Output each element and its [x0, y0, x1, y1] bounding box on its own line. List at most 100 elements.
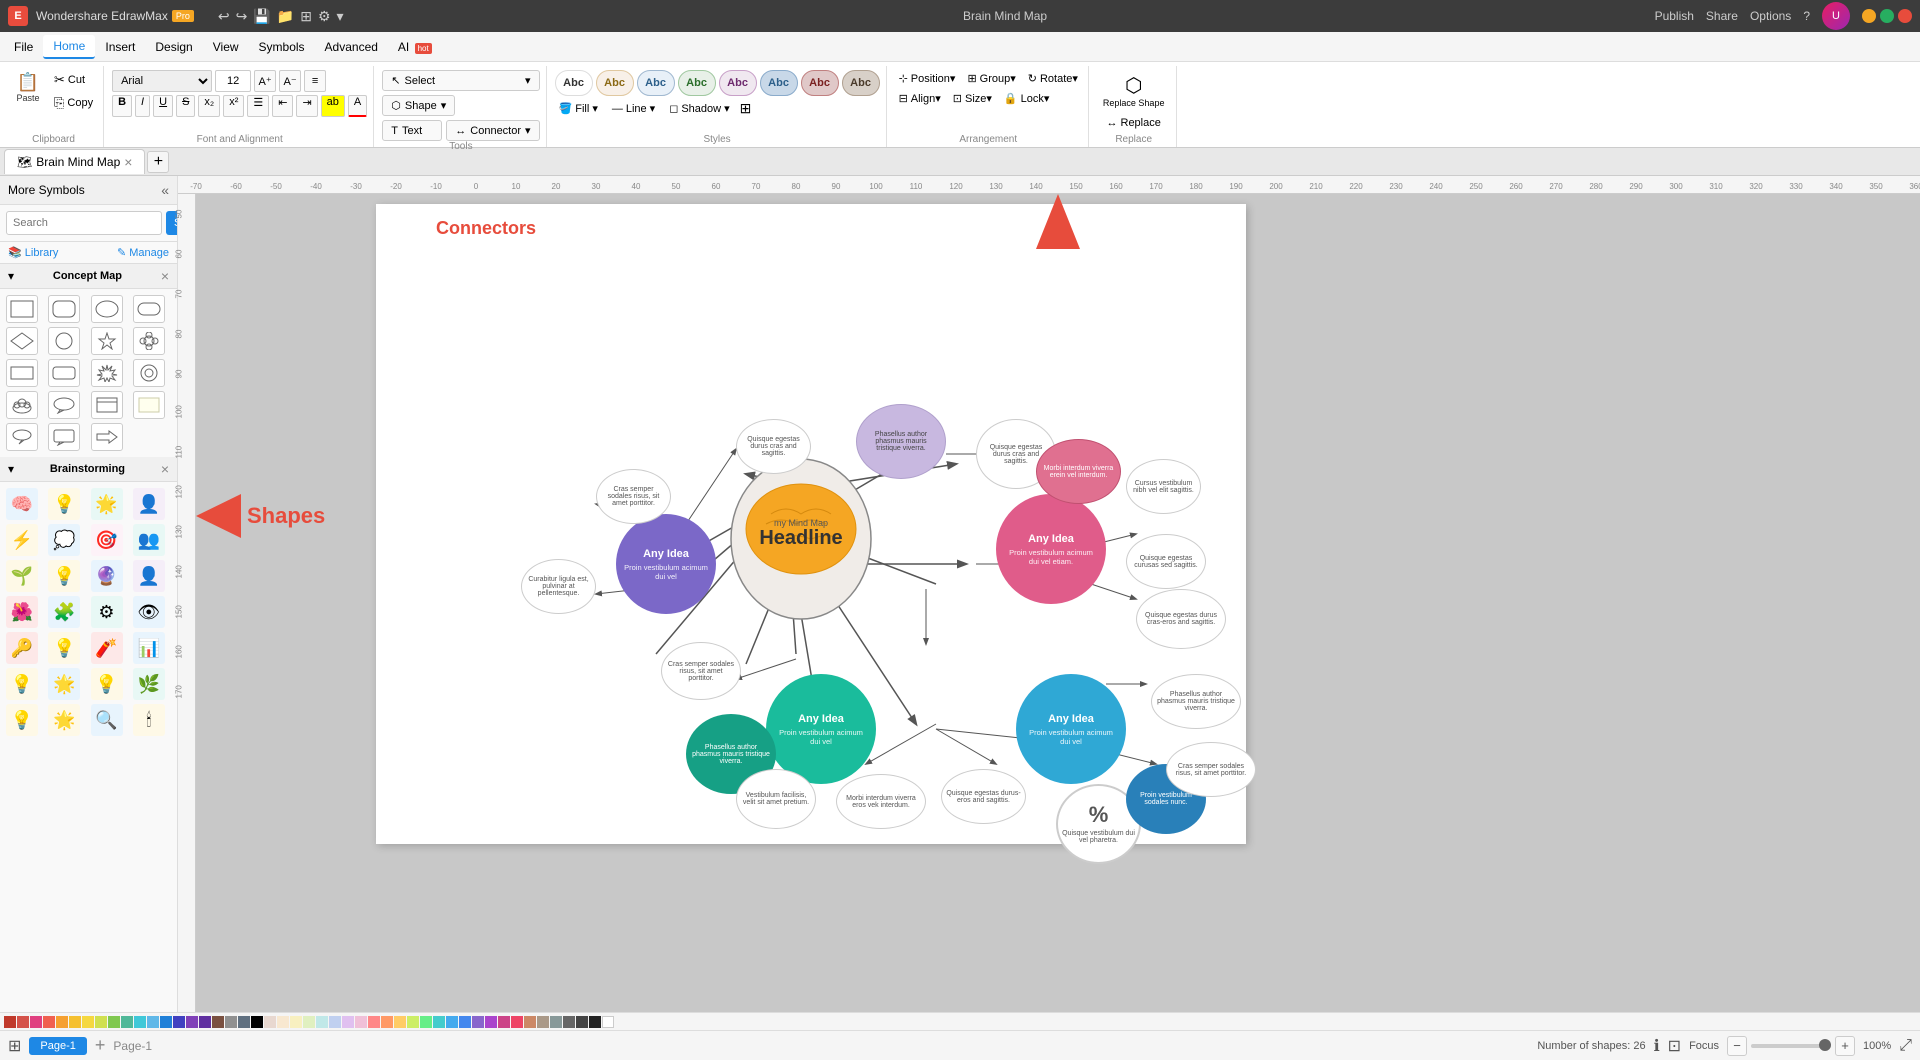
highlight-btn[interactable]: ab	[321, 95, 345, 117]
brain-icon-16[interactable]: 👁	[133, 596, 165, 628]
brain-icon-22[interactable]: 🌟	[48, 668, 80, 700]
group-btn[interactable]: ⊞Group▾	[963, 70, 1019, 87]
color-swatch-12[interactable]	[160, 1016, 172, 1028]
color-swatch-light2[interactable]	[277, 1016, 289, 1028]
brain-icon-21[interactable]: 💡	[6, 668, 38, 700]
doc-tab[interactable]: 🗺 Brain Mind Map ×	[4, 149, 145, 174]
shape-callout[interactable]	[6, 423, 38, 451]
expand-styles-btn[interactable]: ⊞	[740, 100, 752, 117]
cs-40[interactable]	[511, 1016, 523, 1028]
brain-icon-10[interactable]: 💡	[48, 560, 80, 592]
small-node-12[interactable]: Cras semper sodales risus, sit amet port…	[1166, 742, 1256, 797]
cs-36[interactable]	[459, 1016, 471, 1028]
color-swatch-18[interactable]	[238, 1016, 250, 1028]
color-swatch-2[interactable]	[30, 1016, 42, 1028]
size-btn[interactable]: ⊡Size▾	[949, 90, 996, 107]
style-1[interactable]: Abc	[555, 70, 593, 96]
brain-icon-2[interactable]: 💡	[48, 488, 80, 520]
small-node-7[interactable]: Curabitur ligula est, pulvinar at pellen…	[521, 559, 596, 614]
brain-icon-26[interactable]: 🌟	[48, 704, 80, 736]
replace-btn[interactable]: ↔ Replace	[1103, 115, 1165, 131]
brain-icon-19[interactable]: 🧨	[91, 632, 123, 664]
select-btn[interactable]: ↖ Select ▾	[382, 70, 539, 91]
canvas[interactable]: Shapes	[196, 194, 1920, 1012]
canvas-page[interactable]: Connectors my M	[376, 204, 1246, 844]
settings-btn[interactable]: ⚙	[318, 8, 331, 25]
small-node-8[interactable]: Cras semper sodales risus, sit amet port…	[661, 642, 741, 700]
cs-37[interactable]	[472, 1016, 484, 1028]
concept-map-close-btn[interactable]: ×	[161, 268, 169, 284]
cs-35[interactable]	[446, 1016, 458, 1028]
small-node-2[interactable]: Quisque egestas durus cras and sagittis.	[736, 419, 811, 474]
cs-44[interactable]	[563, 1016, 575, 1028]
redo-btn[interactable]: ↪	[236, 8, 248, 25]
library-link[interactable]: 📚 Library	[8, 246, 58, 259]
brain-icon-9[interactable]: 🌱	[6, 560, 38, 592]
bold-btn[interactable]: B	[112, 95, 132, 117]
shape-speech2[interactable]	[48, 423, 80, 451]
concept-map-section-header[interactable]: ▾ Concept Map ×	[0, 264, 177, 289]
style-4[interactable]: Abc	[678, 70, 716, 96]
brain-icon-8[interactable]: 👥	[133, 524, 165, 556]
menu-home[interactable]: Home	[43, 35, 95, 59]
brain-icon-14[interactable]: 🧩	[48, 596, 80, 628]
cs-white[interactable]	[602, 1016, 614, 1028]
menu-file[interactable]: File	[4, 36, 43, 58]
cs-34[interactable]	[433, 1016, 445, 1028]
color-swatch-16[interactable]	[212, 1016, 224, 1028]
color-swatch-red[interactable]	[4, 1016, 16, 1028]
brain-icon-5[interactable]: ⚡	[6, 524, 38, 556]
page-1-tab[interactable]: Page-1	[29, 1037, 86, 1055]
color-swatch-6[interactable]	[82, 1016, 94, 1028]
connector-btn[interactable]: ↔ Connector ▾	[446, 120, 539, 141]
align-btn[interactable]: ⊟Align▾	[895, 90, 945, 107]
color-swatch-light4[interactable]	[303, 1016, 315, 1028]
maximize-btn[interactable]	[1880, 9, 1894, 23]
brain-icon-24[interactable]: 🌿	[133, 668, 165, 700]
increase-font-btn[interactable]: A⁺	[254, 70, 276, 92]
shape-diamond[interactable]	[6, 327, 38, 355]
shape-card[interactable]	[91, 391, 123, 419]
share-btn[interactable]: Share	[1706, 9, 1738, 23]
cs-46[interactable]	[589, 1016, 601, 1028]
sup-btn[interactable]: x²	[223, 95, 244, 117]
cs-32[interactable]	[407, 1016, 419, 1028]
cs-31[interactable]	[394, 1016, 406, 1028]
color-swatch-3[interactable]	[43, 1016, 55, 1028]
align-btn[interactable]: ≡	[304, 70, 326, 92]
tab-close-btn[interactable]: ×	[124, 154, 132, 170]
style-5[interactable]: Abc	[719, 70, 757, 96]
menu-insert[interactable]: Insert	[95, 36, 145, 58]
shape-cloud[interactable]	[6, 391, 38, 419]
decrease-font-btn[interactable]: A⁻	[279, 70, 301, 92]
position-btn[interactable]: ⊹Position▾	[895, 70, 960, 87]
zoom-out-btn[interactable]: −	[1727, 1036, 1747, 1056]
shape-rect2[interactable]	[6, 359, 38, 387]
small-node-5[interactable]: Quisque egestas curusas sed sagittis.	[1126, 534, 1206, 589]
style-2[interactable]: Abc	[596, 70, 634, 96]
shape-hexagon[interactable]	[48, 327, 80, 355]
panel-collapse-btn[interactable]: «	[161, 182, 169, 198]
font-color-btn[interactable]: A	[348, 95, 367, 117]
shadow-btn[interactable]: ◻Shadow▾	[665, 100, 733, 117]
fill-btn[interactable]: 🪣Fill▾	[555, 100, 602, 117]
any-idea-2[interactable]: Any Idea Proin vestibulum acimum dui vel…	[996, 494, 1106, 604]
info-btn[interactable]: ℹ	[1654, 1036, 1660, 1056]
shape-ring[interactable]	[133, 359, 165, 387]
color-swatch-light5[interactable]	[316, 1016, 328, 1028]
brain-icon-1[interactable]: 🧠	[6, 488, 38, 520]
layout-view-btn[interactable]: ⊞	[8, 1036, 21, 1056]
color-swatch-light1[interactable]	[264, 1016, 276, 1028]
small-node-1[interactable]: Cras semper sodales risus, sit amet port…	[596, 469, 671, 524]
copy-btn[interactable]: ⎘Copy	[50, 93, 97, 113]
small-node-9[interactable]: Vestibulum facilisis, velit sit amet pre…	[736, 769, 816, 829]
zoom-in-btn[interactable]: +	[1835, 1036, 1855, 1056]
small-node-6[interactable]: Quisque egestas durus cras-eros and sagi…	[1136, 589, 1226, 649]
cs-45[interactable]	[576, 1016, 588, 1028]
menu-ai[interactable]: AI hot	[388, 36, 442, 58]
brain-icon-17[interactable]: 🔑	[6, 632, 38, 664]
brain-icon-27[interactable]: 🔍	[91, 704, 123, 736]
menu-design[interactable]: Design	[145, 36, 202, 58]
shape-rounded2[interactable]	[48, 359, 80, 387]
shape-star[interactable]	[91, 327, 123, 355]
